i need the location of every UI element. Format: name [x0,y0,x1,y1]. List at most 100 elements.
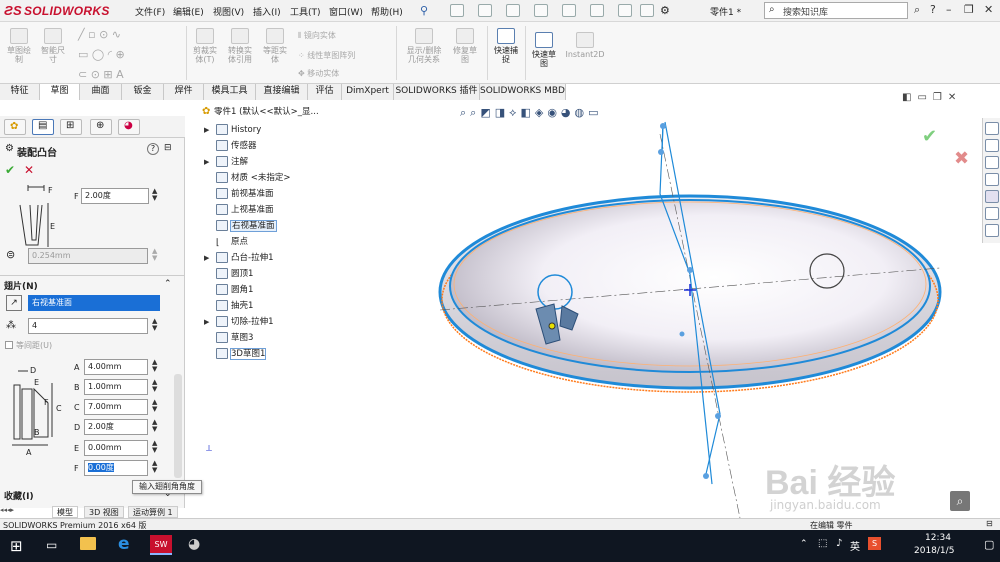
fin-count-spinner[interactable]: ▲ ▼ [152,318,160,332]
mirror-entities[interactable]: ⫴ 镜向实体 [298,30,336,41]
search-go-icon[interactable]: ⌕ [914,3,920,17]
param-e-field[interactable]: 0.00mm [84,440,148,456]
slot-icon[interactable]: ⊂ ⊙ ⊞ A [78,68,124,81]
configuration-manager-icon[interactable]: ⊞ [60,119,82,135]
tab-surfaces[interactable]: 曲面 [80,84,122,100]
pm-scrollbar[interactable] [174,374,182,478]
move-entities[interactable]: ✥ 移动实体 [298,68,339,79]
ok-check-icon[interactable]: ✔ [5,163,15,177]
param-b-field[interactable]: 1.00mm [84,379,148,395]
tab-sketch[interactable]: 草图 [40,84,80,100]
forum-icon[interactable] [985,224,999,237]
view-palette-icon[interactable] [985,173,999,186]
file-props-icon[interactable] [640,4,654,17]
rebuild-icon[interactable] [618,4,632,17]
paint-app-icon[interactable]: ◕ [188,536,200,552]
param-f-spinner[interactable]: ▲ ▼ [152,460,160,474]
property-manager-icon[interactable]: ▤ [32,119,54,135]
task-view-icon[interactable]: ▭ [46,538,57,552]
minimize-pane-icon[interactable]: ▭ [917,92,932,103]
minimize-icon[interactable]: – [946,3,952,16]
param-a-spinner[interactable]: ▲ ▼ [152,359,160,373]
menu-insert[interactable]: 插入(I) [253,5,281,18]
tree-item-origin[interactable]: ⌊ 原点 [204,235,248,250]
tree-item-material[interactable]: 材质 <未指定> [204,171,290,186]
menu-help[interactable]: 帮助(H) [371,5,403,18]
tree-item-dome1[interactable]: 圆顶1 [204,267,253,282]
fin-plane-selection[interactable]: 右视基准面 [28,295,160,311]
direction-arrow-icon[interactable]: ↗ [6,295,22,311]
print-icon[interactable] [534,4,548,17]
windows-start-icon[interactable]: ⊞ [10,537,23,555]
tab-3d-views[interactable]: 3D 视图 [84,506,124,518]
linear-pattern[interactable]: ⁘ 线性草图阵列 [298,50,355,61]
fin-count-field[interactable]: 4 [28,318,148,334]
save-icon[interactable] [506,4,520,17]
param-f-field[interactable]: 0.00度 [84,460,148,476]
menu-view[interactable]: 视图(V) [213,5,244,18]
status-help-icon[interactable]: ⊟ [986,519,993,528]
notification-icon[interactable]: ▢ [984,538,994,551]
rect-icon[interactable]: ▭ ◯ ◜ ⊕ [78,48,125,61]
restore-icon[interactable]: ❐ [964,3,974,16]
menu-tools[interactable]: 工具(T) [290,5,321,18]
cancel-x-icon[interactable]: ✕ [24,163,34,177]
help-icon[interactable]: ? [147,143,159,155]
appearances-icon[interactable] [985,190,999,203]
pin-icon[interactable]: ⚲ [420,4,428,17]
volume-icon[interactable]: ♪ [836,538,842,549]
draft-angle-spinner[interactable]: ▲ ▼ [152,188,160,202]
param-d-field[interactable]: 2.00度 [84,419,148,435]
param-c-spinner[interactable]: ▲ ▼ [152,399,160,413]
collapse-icon[interactable]: ⌃ [164,279,172,289]
tree-item-top-plane[interactable]: 上视基准面 [204,203,274,218]
tab-mold-tools[interactable]: 模具工具 [204,84,256,100]
menu-window[interactable]: 窗口(W) [329,5,363,18]
expand-arrow-icon[interactable]: ▶ [204,315,216,329]
design-library-icon[interactable] [985,139,999,152]
menu-edit[interactable]: 编辑(E) [173,5,204,18]
param-e-spinner[interactable]: ▲ ▼ [152,440,160,454]
new-icon[interactable] [450,4,464,17]
repair-sketch-button[interactable]: 修复草 图 [450,28,480,64]
menu-file[interactable]: 文件(F) [135,5,165,18]
expand-arrow-icon[interactable]: ▶ [204,123,216,137]
param-a-field[interactable]: 4.00mm [84,359,148,375]
select-icon[interactable] [590,4,604,17]
tab-model[interactable]: 模型 [52,506,78,518]
options-gear-icon[interactable]: ⚙ [660,4,670,17]
viewport-window-controls[interactable]: ◧▭❐✕ [902,92,962,103]
tab-weldments[interactable]: 焊件 [164,84,204,100]
trim-entities-button[interactable]: 剪裁实 体(T) [190,28,220,64]
cancel-x-icon[interactable]: ✖ [954,148,969,169]
tab-dimxpert[interactable]: DimXpert [342,84,394,100]
quick-snaps-button[interactable]: 快速捕 捉 [491,28,521,64]
clock-time[interactable]: 12:34 [925,533,951,543]
offset-entities-button[interactable]: 等距实 体 [260,28,290,64]
tree-item-history[interactable]: ▶ History [204,123,261,138]
expand-arrow-icon[interactable]: ▶ [204,155,216,169]
detailed-preview-icon[interactable]: ⊟ [164,143,172,153]
close-pane-icon[interactable]: ✕ [948,92,962,103]
dimxpert-manager-icon[interactable]: ⊕ [90,119,112,135]
tree-item-cut-extrude1[interactable]: ▶ 切除-拉伸1 [204,315,273,330]
tree-item-front-plane[interactable]: 前视基准面 [204,187,274,202]
home-icon[interactable] [985,122,999,135]
param-b-spinner[interactable]: ▲ ▼ [152,379,160,393]
ime-language[interactable]: 英 [850,538,860,553]
expand-arrow-icon[interactable]: ▶ [204,251,216,265]
tab-direct-editing[interactable]: 直接编辑 [256,84,308,100]
tab-sheet-metal[interactable]: 钣金 [122,84,164,100]
tree-item-fillet1[interactable]: 圆角1 [204,283,253,298]
file-explorer-taskbar-icon[interactable] [80,537,96,550]
tab-scroll-arrows-icon[interactable]: ◂◂◂▸ [0,506,14,514]
tree-item-annotations[interactable]: ▶ 注解 [204,155,248,170]
search-input[interactable]: ⌕ 搜索知识库 [764,2,908,19]
rapid-sketch-button[interactable]: 快速草 图 [529,32,559,68]
restore-pane-icon[interactable]: ❐ [933,92,948,103]
expand-pane-icon[interactable]: ◧ [902,92,917,103]
convert-entities-button[interactable]: 转换实 体引用 [224,28,256,64]
smart-dimension-button[interactable]: 智能尺 寸 [38,28,68,64]
param-d-spinner[interactable]: ▲ ▼ [152,419,160,433]
close-icon[interactable]: ✕ [984,3,993,16]
